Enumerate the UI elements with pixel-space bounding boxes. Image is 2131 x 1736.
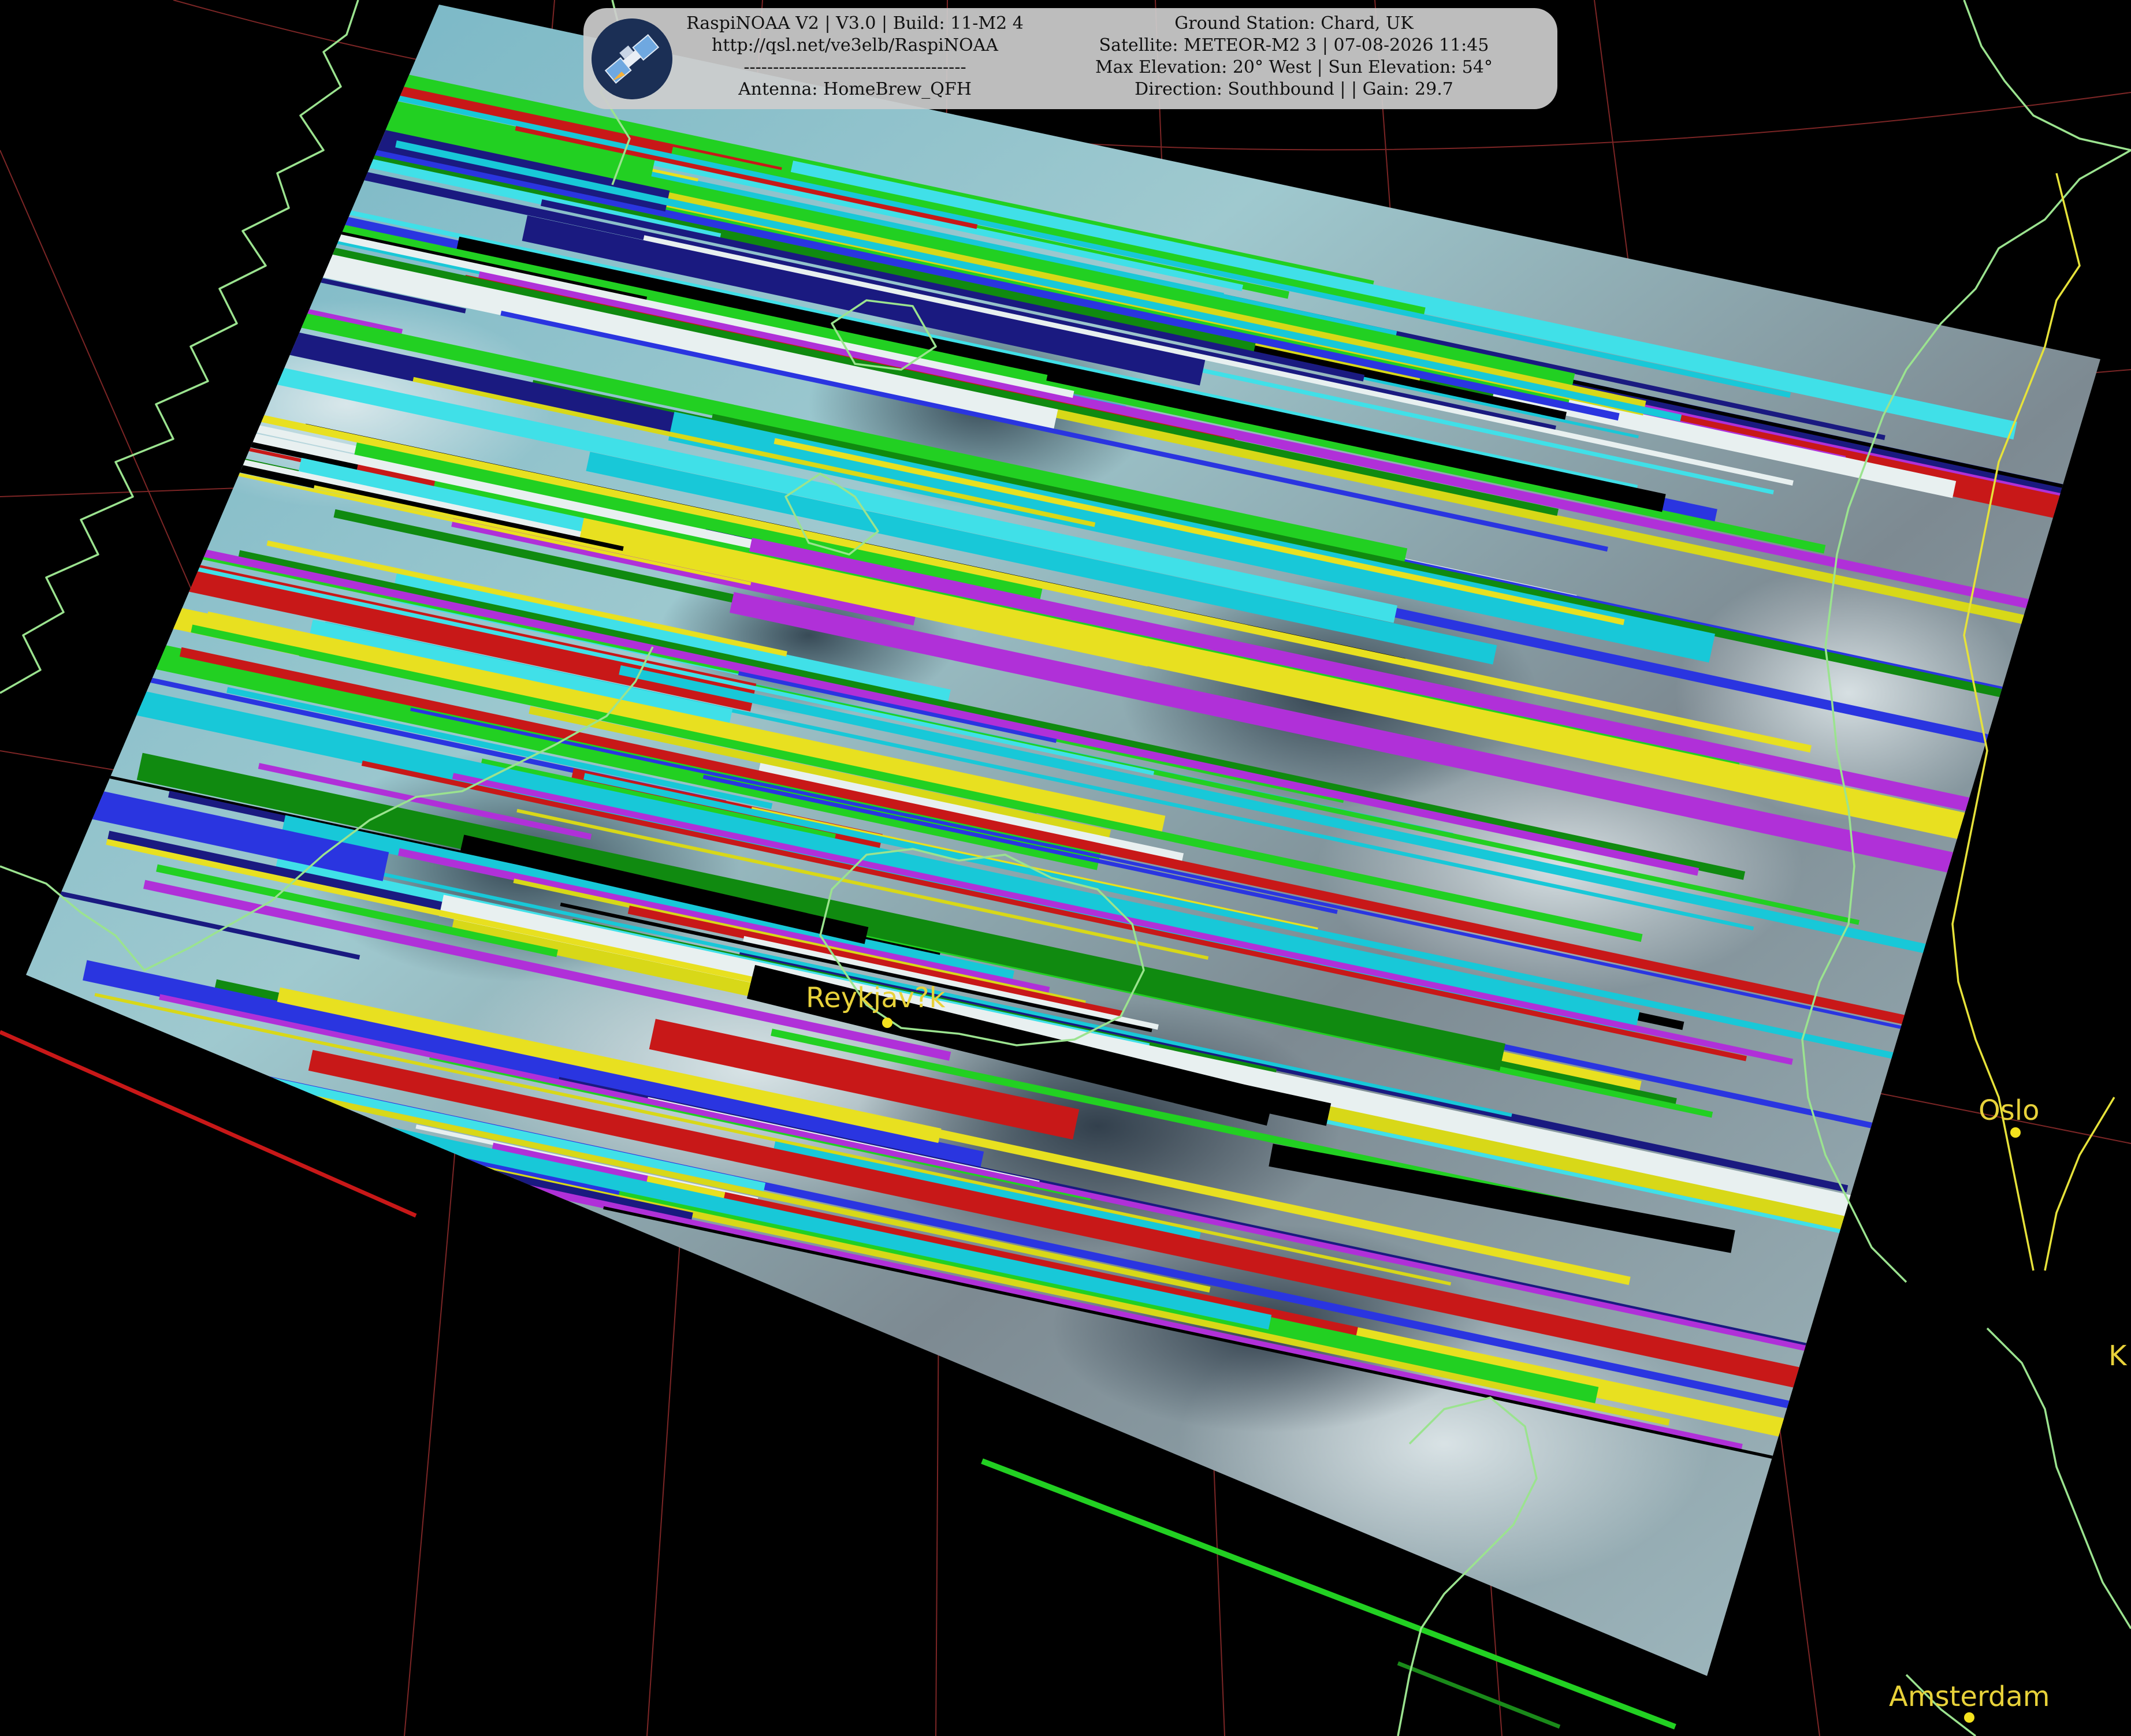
separator-line: -------------------------------------- xyxy=(743,57,966,77)
ground-station: Ground Station: Chard, UK xyxy=(1174,13,1414,33)
map-canvas xyxy=(0,0,2131,1736)
satellite-icon xyxy=(592,18,672,99)
station-info-left: RaspiNOAA V2 | V3.0 | Build: 11-M2 4 htt… xyxy=(682,13,1028,100)
antenna-info: Antenna: HomeBrew_QFH xyxy=(738,79,972,99)
city-marker-amsterdam xyxy=(1964,1712,1974,1723)
direction-gain: Direction: Southbound | | Gain: 29.7 xyxy=(1135,79,1453,99)
station-info-right: Ground Station: Chard, UK Satellite: MET… xyxy=(1046,13,1542,100)
software-version: RaspiNOAA V2 | V3.0 | Build: 11-M2 4 xyxy=(686,13,1024,33)
elevation-info: Max Elevation: 20° West | Sun Elevation:… xyxy=(1095,57,1493,77)
satellite-pass: Satellite: METEOR-M2 3 | 07-08-2026 11:4… xyxy=(1099,35,1489,55)
satellite-image-viewer: Reykjav?k Oslo Amsterdam K RaspiNOAA V2 … xyxy=(0,0,2131,1736)
project-url: http://qsl.net/ve3elb/RaspiNOAA xyxy=(712,35,998,55)
city-label-reykjavik: Reykjav?k xyxy=(806,982,946,1014)
city-label-amsterdam: Amsterdam xyxy=(1889,1681,2050,1713)
city-marker-oslo xyxy=(2010,1127,2021,1138)
satellite-swath xyxy=(26,5,2100,1676)
city-marker-reykjavik xyxy=(882,1018,892,1028)
city-label-partial: K xyxy=(2108,1340,2127,1372)
city-label-oslo: Oslo xyxy=(1978,1094,2040,1127)
pass-info-panel: RaspiNOAA V2 | V3.0 | Build: 11-M2 4 htt… xyxy=(583,8,1557,109)
